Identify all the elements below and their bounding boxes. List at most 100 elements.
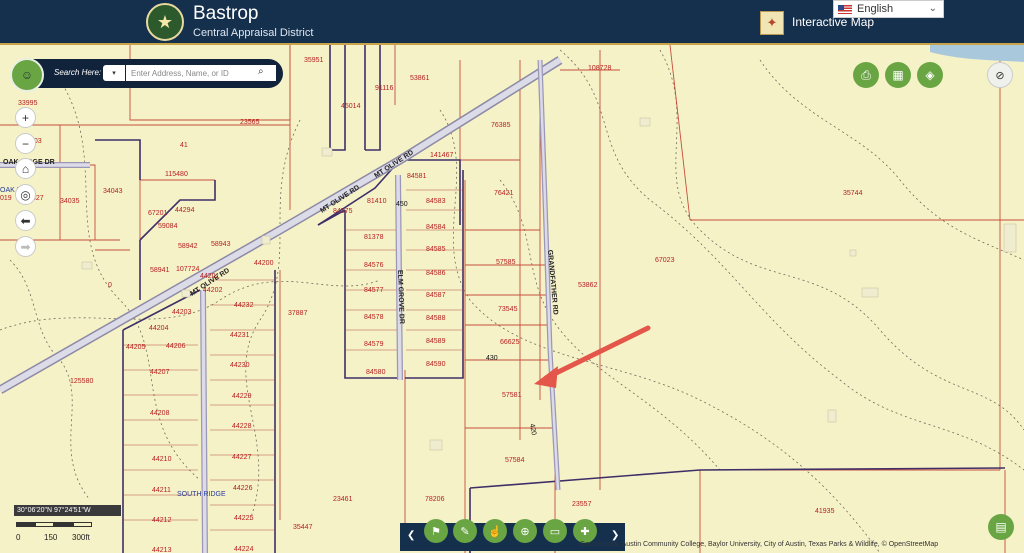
route-numbers: 450 430 420 [396,201,537,436]
parcel-id: 141467 [430,152,453,159]
us-flag-icon [838,4,852,14]
zoom-in-icon[interactable]: + [15,107,36,128]
parcel-id: 107724 [176,266,199,273]
app-subtitle: Central Appraisal District [193,27,314,39]
parcel-id: 115480 [165,171,188,178]
parcel-id: 81378 [364,234,384,241]
identify-icon[interactable]: ☝ [483,519,507,543]
parcel-id: 108728 [588,65,611,72]
basemap-icon[interactable]: ▦ [885,62,911,88]
parcel-id: 84581 [407,173,427,180]
scale-label: 0 [16,533,21,542]
add-icon[interactable]: ✚ [573,519,597,543]
parcel-id: 23565 [240,119,260,126]
parcel-id: 84587 [426,292,446,299]
parcel-id: 81410 [367,198,387,205]
app-title: Bastrop [193,3,259,24]
parcel-id: 66625 [500,339,520,346]
parcel-id: 84578 [364,314,384,321]
parcel-id: 78206 [425,496,445,503]
parcel-id: 35951 [304,57,324,64]
print-icon[interactable]: ⎙ [853,62,879,88]
parcel-id: 84584 [426,224,446,231]
parcel-id: 34043 [103,188,123,195]
parcel-labels: 35951 33995 203 23565 45014 53861 91116 … [0,57,863,553]
layers-icon[interactable]: ◈ [917,62,943,88]
parcel-id: 34035 [60,198,80,205]
draw-icon[interactable]: ✎ [453,519,477,543]
parcel-map: MT OLIVE RD MT OLIVE RD MT OLIVE RD GRAN… [0,45,1024,553]
parcel-id: 84583 [426,198,446,205]
lot-dividers [124,189,463,531]
mascot-avatar-icon: ☺ [10,58,44,92]
table-icon[interactable]: ▤ [988,514,1014,540]
parcel-id: 84590 [426,361,446,368]
county-seal-logo: ★ [146,3,184,41]
parcel-id: 44230 [230,362,250,369]
parcel-id: 44206 [166,343,186,350]
back-icon[interactable]: ⬅ [15,210,36,231]
parcel-id: 44207 [150,369,170,376]
search-icon[interactable]: ⌕ [258,66,264,77]
parcel-id: 84588 [426,315,446,322]
parcel-id: 53862 [578,282,598,289]
parcel-id: 33995 [18,100,38,107]
parcel-id: 58942 [178,243,198,250]
parcel-id: 125580 [70,378,93,385]
language-select[interactable]: English ⌄ [833,0,944,18]
parcel-id: 44213 [152,547,172,553]
parcel-id: 44200 [254,260,274,267]
parcel-id: 84577 [364,287,384,294]
measure-icon[interactable]: ▭ [543,519,567,543]
parcel-id: 44228 [232,423,252,430]
search-type-dropdown[interactable]: ▾ [103,65,125,81]
forward-icon[interactable]: ➡ [15,236,36,257]
coordinate-readout: 30°06'20"N 97°24'51"W [14,505,121,516]
compass-icon: ✦ [760,11,784,35]
parcel-id: 41 [180,142,188,149]
zoom-out-icon[interactable]: − [15,133,36,154]
query-icon[interactable]: ⊕ [513,519,537,543]
parcel-id: 44201 [200,273,220,280]
parcel-id: 44211 [152,487,171,494]
parcel-id: 58943 [211,241,231,248]
chevron-right-icon[interactable]: ❯ [611,530,619,541]
parcel-id: 44226 [233,485,253,492]
route-number: 420 [528,423,537,436]
parcel-id: 44208 [150,410,170,417]
map-canvas[interactable]: MT OLIVE RD MT OLIVE RD MT OLIVE RD GRAN… [0,45,1024,553]
parcel-id: 67023 [655,257,675,264]
parcel-id: 53861 [410,75,430,82]
bookmark-icon[interactable]: ⚑ [424,519,448,543]
parcel-id: 44227 [232,454,252,461]
parcel-id: 44203 [172,309,192,316]
locate-icon[interactable]: ◎ [15,184,36,205]
parcel-id: 23461 [333,496,353,503]
parcel-id: 84575 [333,208,353,215]
parcel-id: 0 [108,282,112,289]
search-input[interactable] [126,65,276,81]
parcel-id: 44231 [230,332,250,339]
parcel-id: 91116 [375,85,394,92]
parcel-id: 57581 [502,392,522,399]
scale-label: 300ft [72,533,90,542]
parcel-id: 73545 [498,306,518,313]
home-icon[interactable]: ⌂ [15,158,36,179]
scale-label: 150 [44,533,58,542]
parcel-id: 57585 [496,259,516,266]
parcel-id: 67201 [148,210,168,217]
parcel-id: 76385 [491,122,511,129]
parcel-id: 84580 [366,369,386,376]
water-body [930,45,1024,62]
parcel-id: 58941 [150,267,170,274]
map-attribution: Contributors, Austin Community College, … [580,541,939,548]
parcel-id: 57584 [505,457,525,464]
parcel-id: 44202 [203,287,223,294]
parcel-id: 37887 [288,310,308,317]
hide-icon[interactable]: ⊘ [987,62,1013,88]
parcel-id: 44212 [152,517,172,524]
route-number: 450 [396,201,408,208]
chevron-left-icon[interactable]: ❮ [407,530,415,541]
scale-bar [16,522,92,527]
parcel-id: 45014 [341,103,361,110]
